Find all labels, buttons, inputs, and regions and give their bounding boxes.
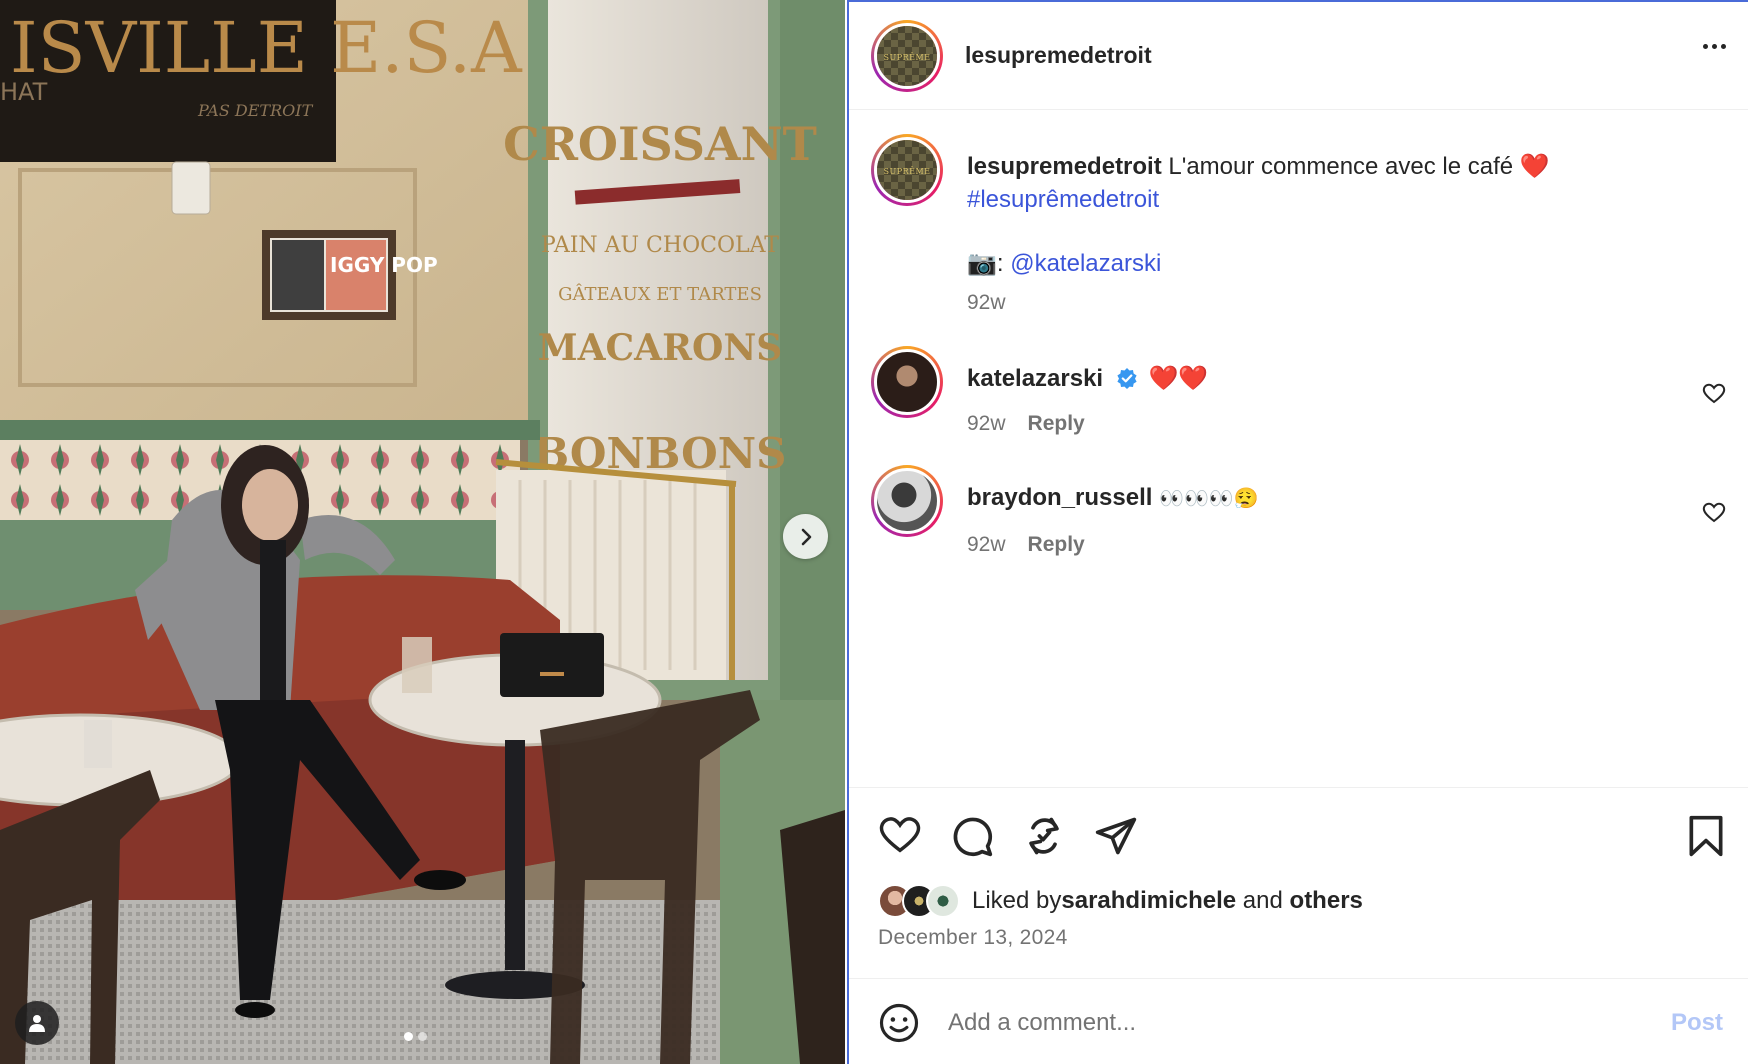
post-photo[interactable]: ISVILLE E.S.A. HAT PAS DETROIT IGGY POP … <box>0 0 845 1064</box>
like-comment-icon[interactable] <box>1702 382 1726 404</box>
caption: SUPRÊME lesupremedetroit L'amour commenc… <box>871 134 1748 319</box>
svg-text:PAIN AU CHOCOLAT: PAIN AU CHOCOLAT <box>541 233 779 258</box>
comment-text: ❤️❤️ <box>1148 365 1209 392</box>
repost-icon[interactable] <box>1022 814 1066 858</box>
photo-credit-prefix: 📷: <box>967 250 1011 277</box>
verified-badge-icon <box>1117 368 1137 389</box>
comment-timestamp[interactable]: 92w <box>967 407 1006 440</box>
share-icon[interactable] <box>1094 814 1138 858</box>
post-header: SUPRÊME lesupremedetroit <box>849 2 1748 110</box>
svg-text:IGGY POP: IGGY POP <box>330 253 438 277</box>
caption-username[interactable]: lesupremedetroit <box>967 153 1162 180</box>
svg-text:MACARONS: MACARONS <box>538 327 783 369</box>
emoji-icon[interactable] <box>878 1002 920 1044</box>
post-detail-panel: SUPRÊME lesupremedetroit SUPRÊME lesupre… <box>847 0 1748 1064</box>
liked-by-prefix: Liked by <box>972 887 1062 914</box>
post-date[interactable]: December 13, 2024 <box>878 926 1068 950</box>
user-icon <box>29 1015 45 1032</box>
reply-button[interactable]: Reply <box>1028 407 1085 440</box>
comment-text: 👀👀👀😮‍💨 <box>1159 488 1259 510</box>
caption-text: L'amour commence avec le café ❤️ <box>1168 153 1550 180</box>
heart-icon[interactable] <box>878 814 922 854</box>
post-comment-button[interactable]: Post <box>1671 1009 1723 1037</box>
comment-icon[interactable] <box>950 814 994 858</box>
comment-username[interactable]: katelazarski <box>967 365 1103 392</box>
svg-text:HAT: HAT <box>0 78 48 106</box>
comment-input[interactable] <box>948 1008 1608 1037</box>
caption-timestamp[interactable]: 92w <box>967 286 1006 319</box>
add-comment-bar: Post <box>849 978 1748 1064</box>
comment-row: katelazarski ❤️❤️ 92w Reply <box>871 346 1748 440</box>
carousel-dot-1 <box>404 1032 413 1041</box>
more-horizontal-icon <box>1703 44 1708 49</box>
caption-author-avatar[interactable]: SUPRÊME <box>871 134 943 206</box>
svg-text:PAS DETROIT: PAS DETROIT <box>197 101 314 120</box>
comment-row: braydon_russell 👀👀👀😮‍💨 92w Reply <box>871 465 1748 561</box>
liker-avatars[interactable] <box>878 884 960 918</box>
next-photo-button[interactable] <box>783 514 828 559</box>
reply-button[interactable]: Reply <box>1028 528 1085 561</box>
commenter-avatar[interactable] <box>871 465 943 537</box>
bookmark-icon[interactable] <box>1686 814 1726 858</box>
commenter-avatar[interactable] <box>871 346 943 418</box>
comments-section[interactable]: SUPRÊME lesupremedetroit L'amour commenc… <box>849 120 1748 787</box>
like-comment-icon[interactable] <box>1702 501 1726 523</box>
sign-text: ISVILLE E.S.A. <box>10 7 544 89</box>
more-options-button[interactable] <box>1703 44 1726 49</box>
tagged-users-button[interactable] <box>15 1001 59 1045</box>
photo-credit-mention[interactable]: @katelazarski <box>1010 250 1161 277</box>
svg-text:GÂTEAUX ET TARTES: GÂTEAUX ET TARTES <box>558 282 762 305</box>
likes-summary: Liked by sarahdimichele and others <box>878 884 1363 918</box>
svg-text:CROISSANT: CROISSANT <box>503 117 817 171</box>
carousel-dot-2 <box>418 1032 427 1041</box>
liked-by-others[interactable]: others <box>1290 887 1363 915</box>
author-avatar[interactable]: SUPRÊME <box>871 19 943 92</box>
carousel-indicator <box>404 1032 427 1041</box>
action-bar <box>849 787 1748 875</box>
cafe-photo-illustration: ISVILLE E.S.A. HAT PAS DETROIT IGGY POP … <box>0 0 845 1064</box>
author-username[interactable]: lesupremedetroit <box>965 42 1152 69</box>
comment-timestamp[interactable]: 92w <box>967 528 1006 561</box>
liked-by-user[interactable]: sarahdimichele <box>1061 887 1236 915</box>
caption-hashtag[interactable]: #lesuprêmedetroit <box>967 186 1159 213</box>
chevron-right-icon <box>801 528 811 545</box>
comment-username[interactable]: braydon_russell <box>967 484 1152 511</box>
